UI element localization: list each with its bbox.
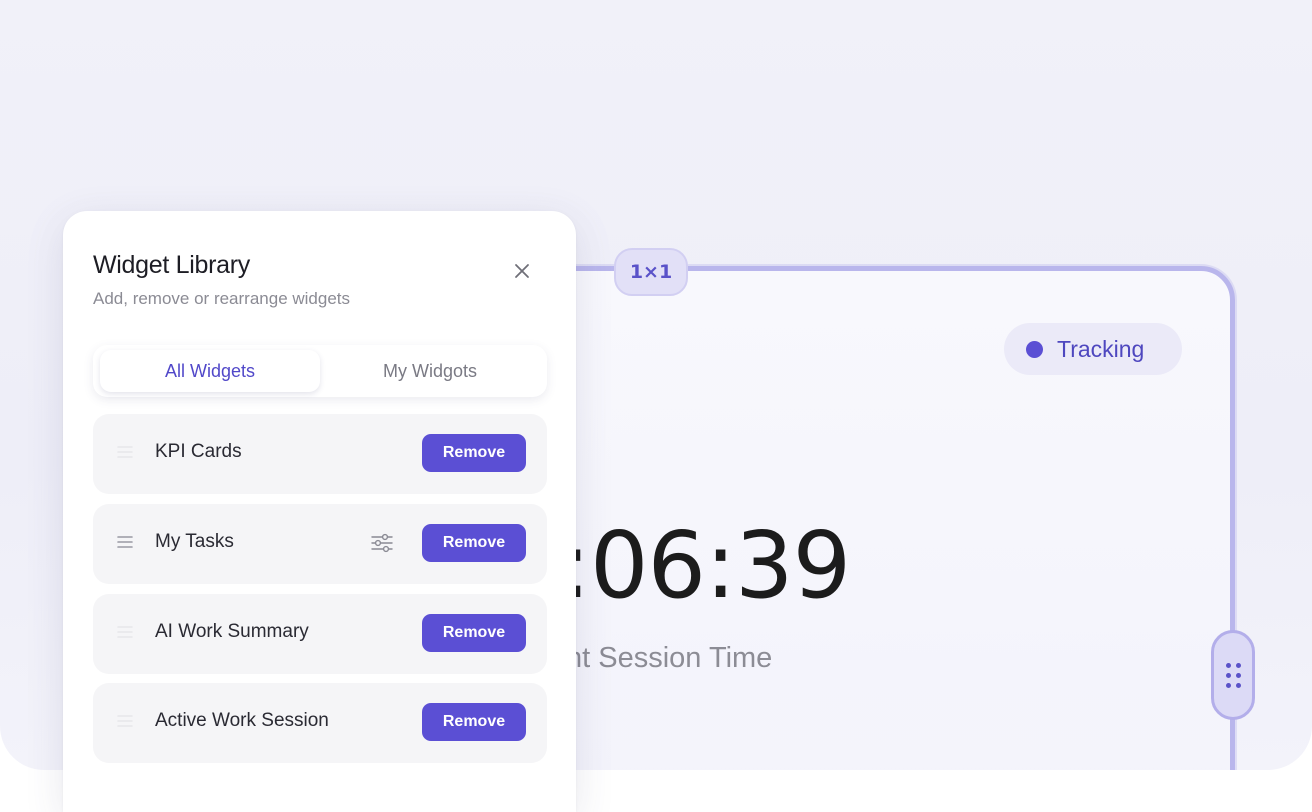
drag-handle-icon[interactable] — [117, 534, 133, 550]
widget-name: AI Work Summary — [155, 621, 309, 642]
remove-button[interactable]: Remove — [422, 614, 526, 652]
widget-resize-handle[interactable] — [1211, 630, 1255, 720]
widget-list-item: AI Work Summary Remove — [93, 594, 547, 674]
drag-handle-icon[interactable] — [117, 713, 133, 729]
widget-library-panel: Widget Library Add, remove or rearrange … — [63, 211, 576, 812]
remove-button[interactable]: Remove — [422, 434, 526, 472]
widget-size-badge[interactable]: 1×1 — [614, 248, 688, 296]
tab-my-widgets[interactable]: My Widgots — [320, 350, 540, 392]
widget-tabs: All Widgets My Widgots — [93, 345, 547, 397]
sliders-icon[interactable] — [371, 533, 393, 553]
widget-name: Active Work Session — [155, 710, 329, 731]
remove-button[interactable]: Remove — [422, 703, 526, 741]
close-button[interactable] — [511, 260, 533, 282]
close-icon — [515, 264, 529, 278]
session-timer-value: :06:39 — [560, 512, 851, 619]
tracking-status-label: Tracking — [1057, 335, 1145, 362]
drag-handle-icon[interactable] — [117, 624, 133, 640]
remove-button[interactable]: Remove — [422, 524, 526, 562]
widget-list-item: KPI Cards Remove — [93, 414, 547, 494]
grip-dots-icon — [1225, 662, 1241, 688]
session-timer-label: nt Session Time — [566, 642, 773, 674]
drag-handle-icon[interactable] — [117, 444, 133, 460]
tab-all-widgets[interactable]: All Widgets — [100, 350, 320, 392]
widget-name: KPI Cards — [155, 441, 242, 462]
panel-title: Widget Library — [93, 251, 250, 279]
widget-list-item: My Tasks Remove — [93, 504, 547, 584]
panel-subtitle: Add, remove or rearrange widgets — [93, 289, 351, 308]
widget-name: My Tasks — [155, 531, 234, 552]
status-dot-icon — [1026, 340, 1043, 358]
widget-list-item: Active Work Session Remove — [93, 683, 547, 763]
tracking-status-badge: Tracking — [1004, 323, 1182, 375]
